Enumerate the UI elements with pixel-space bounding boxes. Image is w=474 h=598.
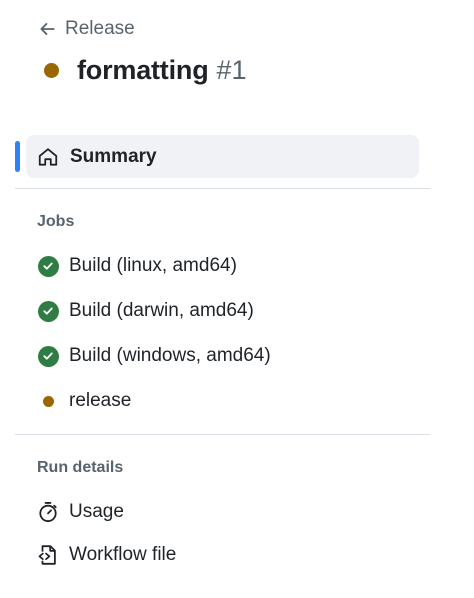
job-item-label: release [69,390,132,411]
active-indicator [15,141,20,172]
check-circle-icon [37,255,59,277]
divider [15,434,430,435]
check-circle-icon [37,300,59,322]
run-number: #1 [216,54,247,85]
stopwatch-icon [37,501,59,523]
nav-item-summary[interactable]: Summary [26,135,419,178]
jobs-heading: Jobs [37,213,75,230]
nav-item-usage-label: Usage [69,501,124,522]
page-title: formatting #1 [44,50,247,90]
file-code-icon [37,544,59,566]
back-link-release[interactable]: Release [38,15,135,43]
status-in-progress-icon [37,390,59,412]
nav-item-summary-label: Summary [70,145,157,167]
check-circle-icon [37,345,59,367]
arrow-left-icon [40,23,55,35]
job-item[interactable]: Build (windows, amd64) [37,339,271,373]
job-item-label: Build (linux, amd64) [69,255,237,276]
job-item[interactable]: Build (linux, amd64) [37,249,237,283]
job-item-label: Build (darwin, amd64) [69,300,254,321]
job-item-label: Build (windows, amd64) [69,345,271,366]
status-in-progress-icon [44,62,59,78]
home-icon [37,146,59,168]
job-item[interactable]: Build (darwin, amd64) [37,294,254,328]
back-link-label: Release [65,18,135,39]
nav-item-workflow-file[interactable]: Workflow file [37,538,176,572]
nav-item-usage[interactable]: Usage [37,495,124,529]
nav-item-workflow-file-label: Workflow file [69,544,177,565]
run-details-heading: Run details [37,459,124,476]
job-item[interactable]: release [37,384,131,418]
run-title: formatting [77,54,209,85]
divider [15,188,430,189]
